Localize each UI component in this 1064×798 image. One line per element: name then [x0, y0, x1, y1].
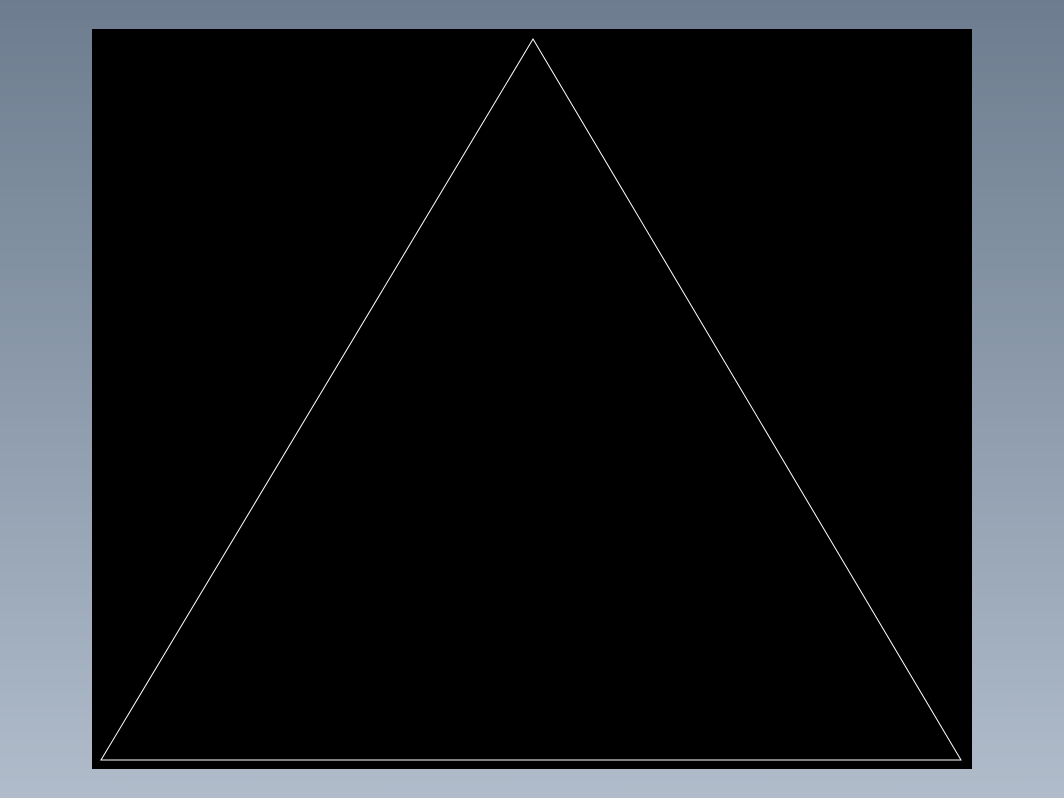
- triangle-shape: [101, 39, 961, 760]
- drawing-canvas[interactable]: [92, 29, 972, 769]
- shape-svg: [92, 29, 972, 769]
